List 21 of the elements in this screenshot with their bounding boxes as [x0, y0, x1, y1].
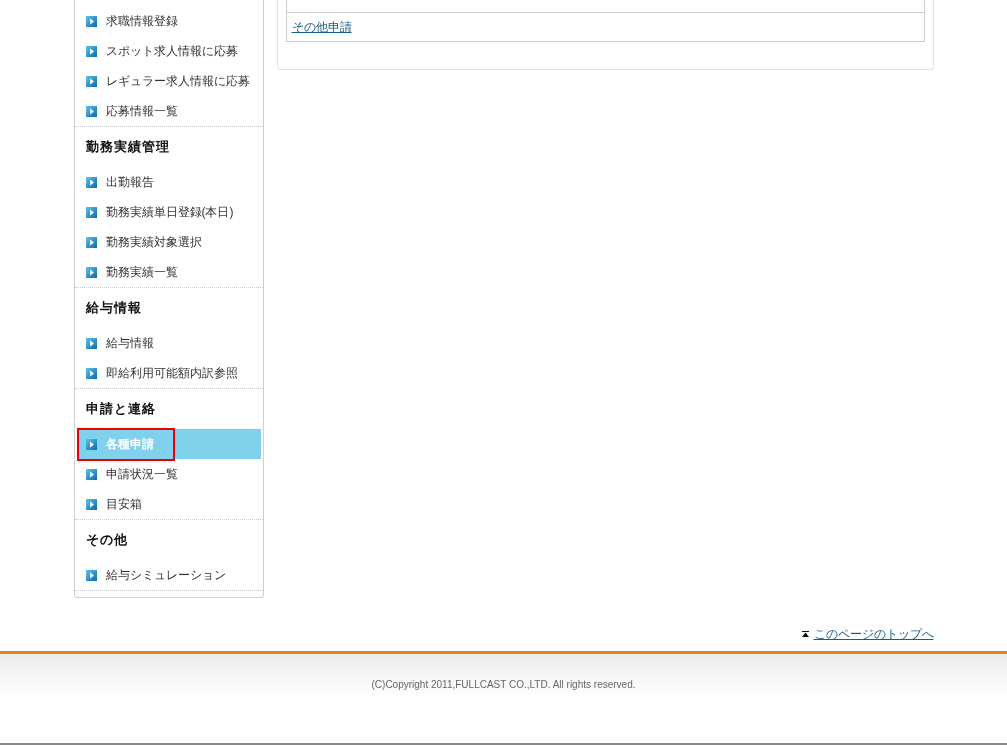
sidebar-item[interactable]: 出勤報告 [76, 167, 261, 197]
copyright-text: (C)Copyright 2011,FULLCAST CO.,LTD. All rights reserved. [371, 679, 636, 691]
section-heading: その他 [85, 531, 128, 550]
sidebar-item[interactable]: 給与情報 [76, 328, 261, 358]
sidebar-item[interactable]: 勤務実績単日登録(本日) [76, 197, 261, 227]
section-heading: 勤務実績管理 [85, 138, 170, 157]
section-heading: 給与情報 [85, 299, 142, 318]
sidebar-item[interactable]: 求職情報登録 [76, 6, 261, 36]
sidebar-item[interactable]: 給与シミュレーション [76, 560, 261, 590]
sidebar-item[interactable]: 即給利用可能額内訳参照 [76, 358, 261, 388]
sidebar-item[interactable]: 勤務実績一覧 [76, 257, 261, 287]
request-link[interactable]: その他申請 [291, 18, 352, 36]
sidebar-item[interactable]: レギュラー求人情報に応募 [76, 66, 261, 96]
sidebar-item[interactable]: 応募情報一覧 [76, 96, 261, 126]
sidebar-item[interactable]: 申請状況一覧 [76, 459, 261, 489]
back-to-top-icon [801, 631, 809, 637]
section-heading: 申請と連絡 [85, 400, 156, 419]
back-to-top-link[interactable]: このページのトップへ [813, 625, 934, 643]
sidebar-item[interactable]: 勤務実績対象選択 [76, 227, 261, 257]
sidebar-item[interactable]: スポット求人情報に応募 [76, 36, 261, 66]
sidebar-item[interactable]: 目安箱 [76, 489, 261, 519]
